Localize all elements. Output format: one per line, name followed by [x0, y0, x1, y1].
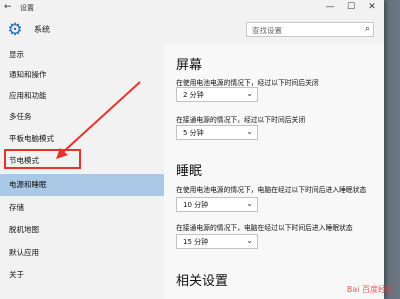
- watermark: Bai 百度经验: [346, 285, 394, 294]
- pointer-arrow-icon: [56, 81, 141, 159]
